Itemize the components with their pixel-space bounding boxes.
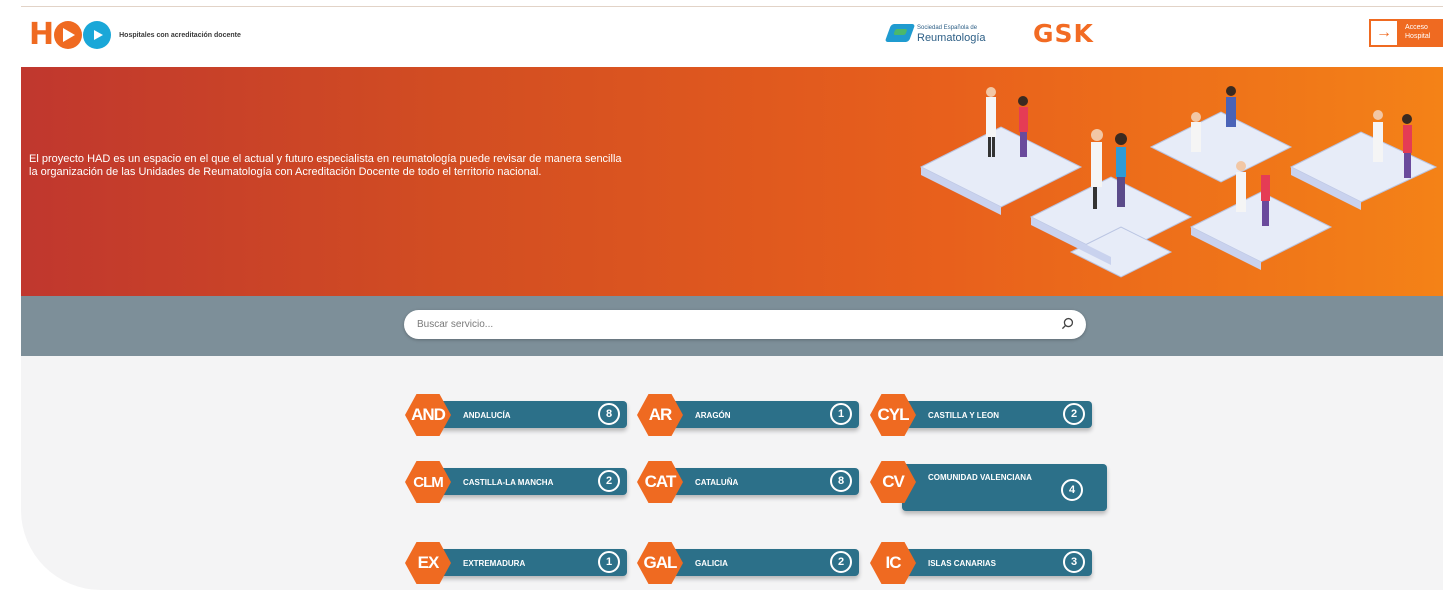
region-name: GALICIA [695,559,728,568]
page-frame: H Hospitales con acreditación docente So… [21,6,1443,590]
region-count: 1 [598,551,620,573]
logo-play-icon [54,21,83,49]
search-box [404,310,1086,339]
region-name: COMUNIDAD VALENCIANA [928,473,1032,482]
region-name: CATALUÑA [695,478,739,487]
hero-description: El proyecto HAD es un espacio en el que … [29,153,622,178]
region-name: ISLAS CANARIAS [928,559,997,568]
region-name: CASTILLA-LA MANCHA [463,478,554,487]
hero-banner: El proyecto HAD es un espacio en el que … [21,67,1443,296]
search-icon[interactable] [1061,317,1074,330]
search-input[interactable] [404,310,1004,339]
region-count: 2 [1063,403,1085,425]
login-icon: → [1369,19,1399,47]
region-count: 8 [830,470,852,492]
logo-tagline: Hospitales con acreditación docente [119,31,241,39]
access-hospital-button[interactable]: → Acceso Hospital [1369,19,1443,47]
region-count: 8 [598,403,620,425]
search-band [21,296,1443,356]
ser-logo[interactable]: Sociedad Española de Reumatología [884,23,986,44]
region-name: ARAGÓN [695,411,731,420]
region-count: 1 [830,403,852,425]
hospital-isometric-illustration [919,86,1438,278]
region-name: CASTILLA Y LEON [928,411,999,420]
top-border [21,6,1443,7]
logo-letter-h: H [29,17,54,52]
region-count: 2 [830,551,852,573]
had-logo[interactable]: H Hospitales con acreditación docente [29,20,241,50]
ser-name-big: Reumatología [917,32,986,44]
gsk-logo[interactable]: GSK [1033,19,1094,48]
access-label: Acceso Hospital [1399,19,1443,47]
region-name: EXTREMADURA [463,559,526,568]
region-name: ANDALUCÍA [463,411,511,420]
site-header: H Hospitales con acreditación docente So… [21,6,1443,67]
region-count: 2 [598,470,620,492]
region-count: 4 [1061,479,1083,501]
region-count: 3 [1063,551,1085,573]
logo-d-icon [83,21,112,49]
ser-mark-icon [884,24,916,42]
